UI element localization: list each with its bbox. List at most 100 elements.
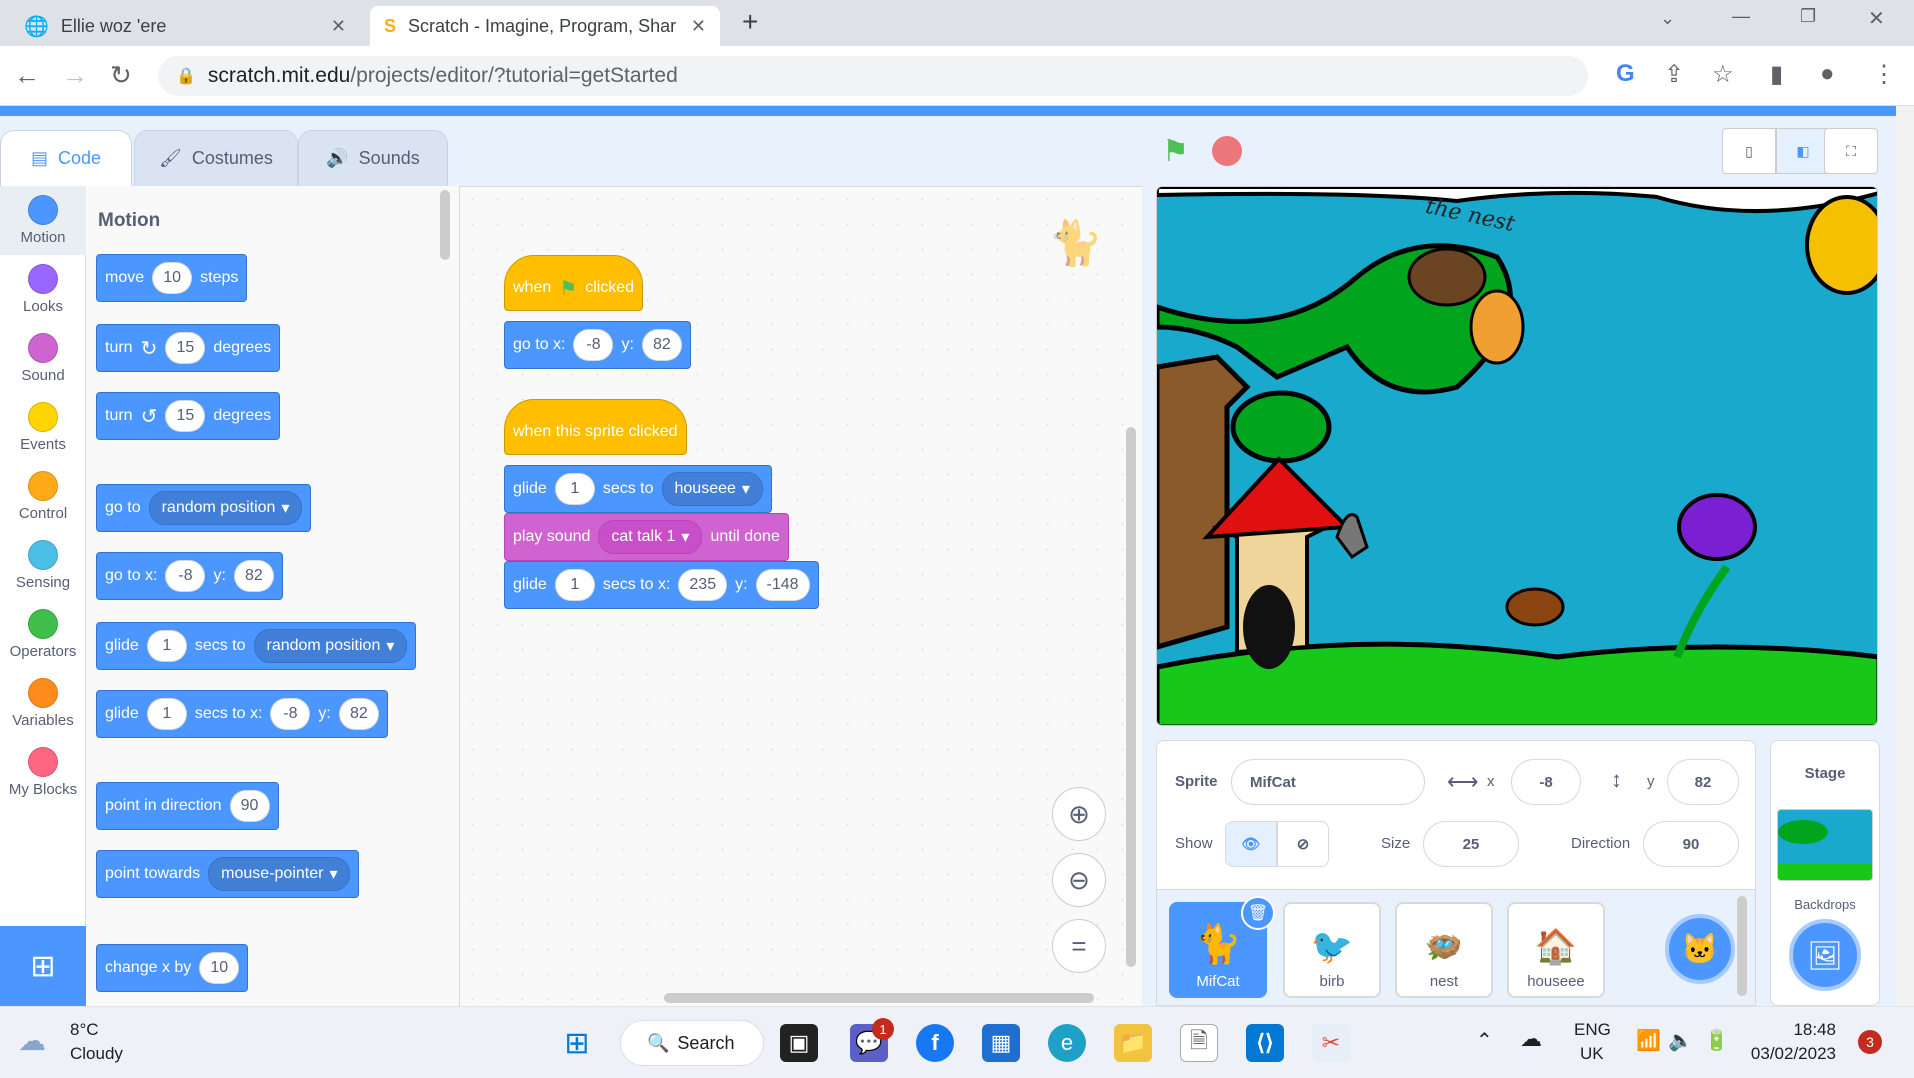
goto-target-dropdown[interactable]: random position ▾ bbox=[148, 491, 303, 525]
sprite-direction-input[interactable]: 90 bbox=[1643, 821, 1739, 867]
category-control[interactable]: Control bbox=[0, 462, 86, 531]
glide-target-dropdown[interactable]: houseee ▾ bbox=[661, 472, 763, 506]
x-input[interactable]: -8 bbox=[573, 329, 614, 361]
choose-backdrop-button[interactable]: 🖼 bbox=[1789, 919, 1861, 991]
side-panel-icon[interactable]: ▮ bbox=[1770, 60, 1783, 89]
clock-time[interactable]: 18:48 bbox=[1766, 1020, 1836, 1040]
zoom-out-button[interactable]: ⊖ bbox=[1052, 853, 1106, 907]
share-icon[interactable]: ⇪ bbox=[1664, 60, 1684, 89]
url-input[interactable]: 🔒 scratch.mit.edu/projects/editor/?tutor… bbox=[158, 56, 1588, 96]
show-visible-button[interactable]: 👁 bbox=[1225, 821, 1277, 867]
tab-code[interactable]: ▤ Code bbox=[0, 130, 132, 186]
onedrive-icon[interactable]: ☁ bbox=[1520, 1026, 1542, 1052]
green-flag-icon[interactable]: ⚑ bbox=[1162, 134, 1189, 169]
minimize-icon[interactable]: — bbox=[1732, 6, 1750, 27]
snipping-tool-icon[interactable]: ✂ bbox=[1312, 1024, 1350, 1062]
sprite-tile-houseee[interactable]: 🏠 houseee bbox=[1507, 902, 1605, 998]
script-area[interactable]: 🐈 when ⚑ clicked go to x: -8 y: 82 when this … bbox=[460, 186, 1142, 1006]
file-explorer-icon[interactable]: 📁 bbox=[1114, 1024, 1152, 1062]
x-input[interactable]: -8 bbox=[270, 698, 311, 730]
category-looks[interactable]: Looks bbox=[0, 255, 86, 324]
block-point-direction[interactable]: point in direction 90 bbox=[96, 782, 279, 830]
choose-sprite-button[interactable]: 🐱 bbox=[1665, 914, 1735, 984]
sprite-tile-nest[interactable]: 🪺 nest bbox=[1395, 902, 1493, 998]
zoom-reset-button[interactable]: = bbox=[1052, 919, 1106, 973]
tab-search-icon[interactable]: ⌄ bbox=[1660, 8, 1675, 29]
degrees-input[interactable]: 15 bbox=[165, 400, 206, 432]
profile-avatar[interactable]: ● bbox=[1820, 60, 1835, 88]
block-point-towards[interactable]: point towards mouse-pointer ▾ bbox=[96, 850, 360, 898]
sprite-tile-birb[interactable]: 🐦 birb bbox=[1283, 902, 1381, 998]
block-turn-right[interactable]: turn ↻ 15 degrees bbox=[96, 324, 281, 372]
small-stage-button[interactable]: ▯ bbox=[1722, 128, 1776, 174]
show-hidden-icons-icon[interactable]: ⌃ bbox=[1476, 1028, 1493, 1053]
edge-icon[interactable]: e bbox=[1048, 1024, 1086, 1062]
close-tab-icon[interactable]: ✕ bbox=[691, 16, 706, 37]
tab-sounds[interactable]: 🔊 Sounds bbox=[298, 130, 448, 186]
battery-icon[interactable]: 🔋 bbox=[1704, 1028, 1729, 1053]
new-tab-icon[interactable]: + bbox=[742, 6, 758, 38]
category-operators[interactable]: Operators bbox=[0, 600, 86, 669]
block-go-to[interactable]: go to random position ▾ bbox=[96, 484, 312, 532]
sound-dropdown[interactable]: cat talk 1 ▾ bbox=[598, 520, 703, 554]
sprite-x-input[interactable]: -8 bbox=[1511, 759, 1581, 805]
lang-line2[interactable]: UK bbox=[1580, 1044, 1604, 1064]
page-scrollbar[interactable] bbox=[1896, 106, 1914, 1006]
windows-start-icon[interactable]: ⊞ bbox=[558, 1024, 596, 1062]
secs-input[interactable]: 1 bbox=[146, 630, 187, 662]
degrees-input[interactable]: 15 bbox=[165, 332, 206, 364]
bookmark-star-icon[interactable]: ☆ bbox=[1712, 60, 1734, 89]
browser-tab-scratch[interactable]: S Scratch - Imagine, Program, Shar ✕ bbox=[370, 6, 720, 46]
notification-badge[interactable]: 3 bbox=[1858, 1030, 1882, 1054]
script-h-scrollbar[interactable] bbox=[664, 993, 1094, 1003]
restore-icon[interactable]: ❐ bbox=[1800, 6, 1816, 27]
direction-input[interactable]: 90 bbox=[229, 790, 270, 822]
fullscreen-button[interactable]: ⛶ bbox=[1824, 128, 1878, 174]
volume-icon[interactable]: 🔈 bbox=[1668, 1028, 1693, 1053]
category-motion[interactable]: Motion bbox=[0, 186, 86, 255]
change-x-input[interactable]: 10 bbox=[199, 952, 240, 984]
stop-icon[interactable] bbox=[1212, 136, 1242, 166]
category-sensing[interactable]: Sensing bbox=[0, 531, 86, 600]
sprite-y-input[interactable]: 82 bbox=[1667, 759, 1739, 805]
block-play-sound[interactable]: play sound cat talk 1 ▾ until done bbox=[504, 513, 789, 561]
y-input[interactable]: -148 bbox=[755, 569, 810, 601]
tab-costumes[interactable]: 🖌 Costumes bbox=[134, 130, 298, 186]
category-sound[interactable]: Sound bbox=[0, 324, 86, 393]
browser-tab-ellie[interactable]: 🌐 Ellie woz 'ere ✕ bbox=[10, 6, 360, 46]
x-input[interactable]: -8 bbox=[165, 560, 206, 592]
reload-icon[interactable]: ↻ bbox=[110, 60, 132, 91]
category-variables[interactable]: Variables bbox=[0, 669, 86, 738]
stage-selector-panel[interactable]: Stage Backdrops 🖼 bbox=[1770, 740, 1880, 1006]
block-turn-left[interactable]: turn ↺ 15 degrees bbox=[96, 392, 281, 440]
block-glide-to[interactable]: glide 1 secs to houseee ▾ bbox=[504, 465, 772, 513]
add-extension-button[interactable]: ⊞ bbox=[0, 926, 86, 1006]
close-tab-icon[interactable]: ✕ bbox=[331, 16, 346, 37]
secs-input[interactable]: 1 bbox=[146, 698, 187, 730]
weather-desc[interactable]: Cloudy bbox=[70, 1044, 123, 1064]
script-v-scrollbar[interactable] bbox=[1126, 427, 1136, 967]
sprite-name-input[interactable]: MifCat bbox=[1231, 759, 1425, 805]
close-window-icon[interactable]: ✕ bbox=[1868, 6, 1885, 31]
y-input[interactable]: 82 bbox=[338, 698, 379, 730]
block-change-x[interactable]: change x by 10 bbox=[96, 944, 249, 992]
glide-target-dropdown[interactable]: random position ▾ bbox=[253, 629, 408, 663]
weather-temp[interactable]: 8°C bbox=[70, 1020, 99, 1040]
category-my-blocks[interactable]: My Blocks bbox=[0, 738, 86, 807]
block-go-to-xy[interactable]: go to x: -8 y: 82 bbox=[96, 552, 283, 600]
palette-scrollbar[interactable] bbox=[440, 190, 450, 260]
block-go-to-xy[interactable]: go to x: -8 y: 82 bbox=[504, 321, 691, 369]
back-icon[interactable]: ← bbox=[14, 60, 40, 91]
x-input[interactable]: 235 bbox=[678, 569, 728, 601]
lang-line1[interactable]: ENG bbox=[1574, 1020, 1611, 1040]
secs-input[interactable]: 1 bbox=[554, 569, 595, 601]
block-glide-xy[interactable]: glide 1 secs to x: 235 y: -148 bbox=[504, 561, 819, 609]
wifi-icon[interactable]: 📶 bbox=[1636, 1028, 1661, 1053]
block-when-flag-clicked[interactable]: when ⚑ clicked bbox=[504, 255, 644, 311]
taskbar-search[interactable]: 🔍 Search bbox=[620, 1020, 764, 1066]
stage-canvas[interactable]: the nest bbox=[1156, 186, 1878, 726]
task-view-icon[interactable]: ▣ bbox=[780, 1024, 818, 1062]
zoom-in-button[interactable]: ⊕ bbox=[1052, 787, 1106, 841]
block-when-sprite-clicked[interactable]: when this sprite clicked bbox=[504, 399, 687, 455]
browser-menu-icon[interactable]: ⋮ bbox=[1872, 60, 1896, 89]
